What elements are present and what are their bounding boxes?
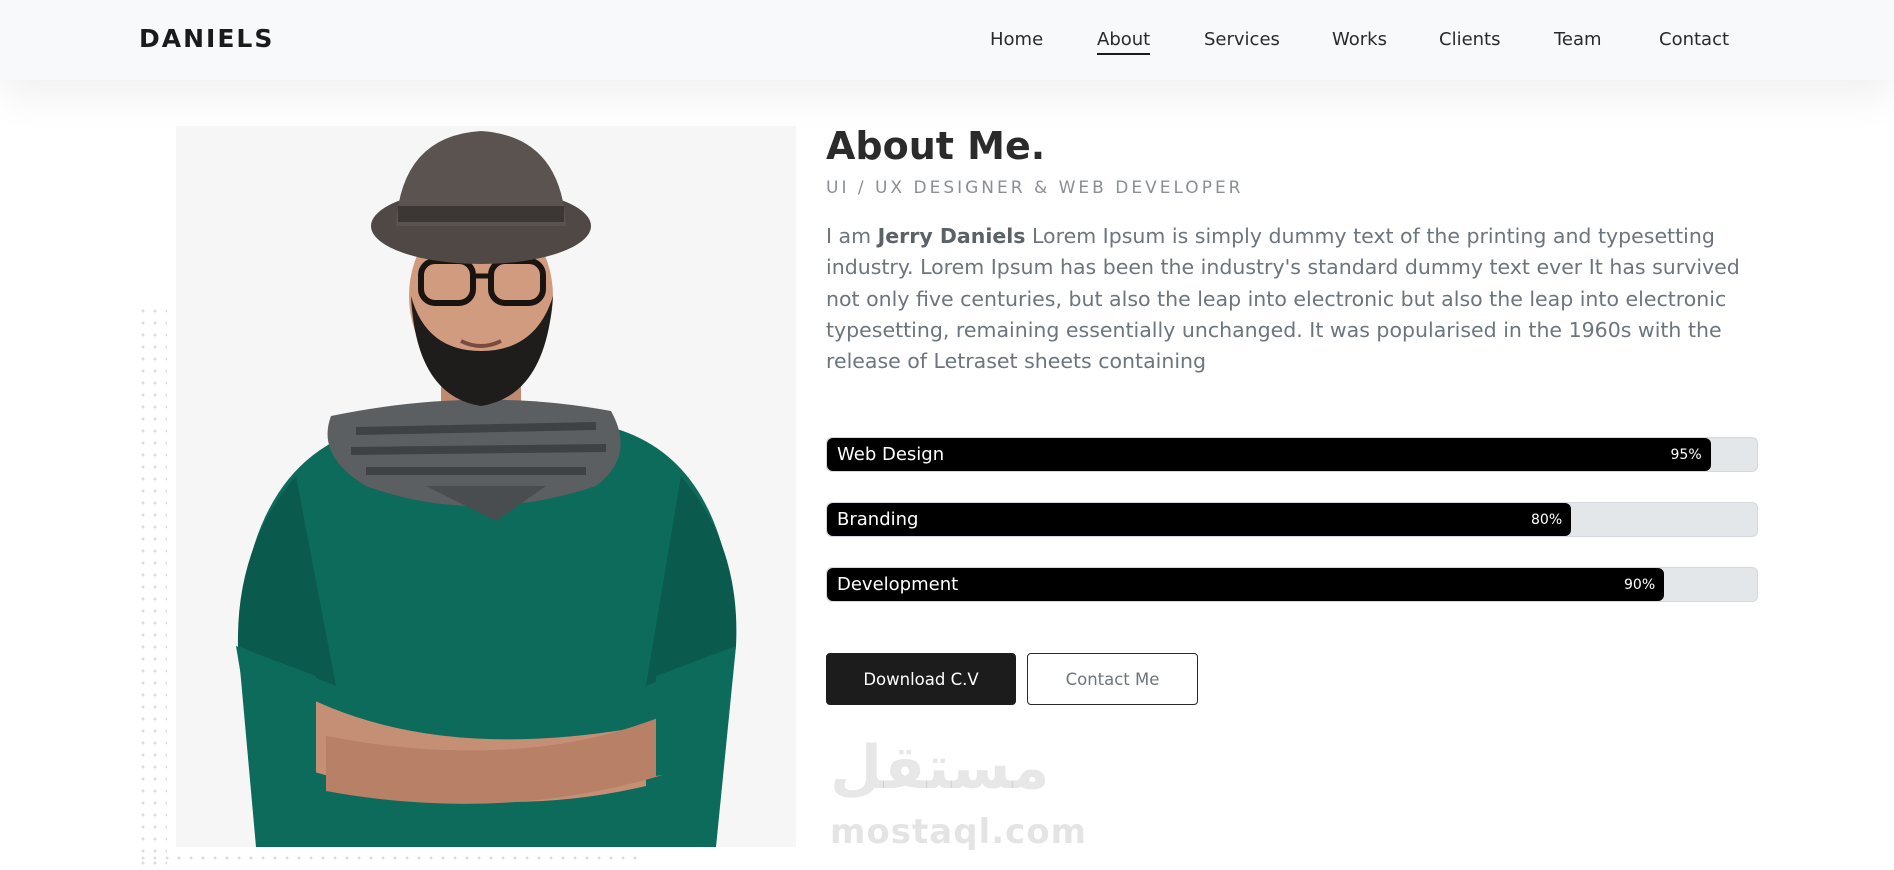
nav-team[interactable]: Team <box>1554 29 1602 50</box>
skill-fill <box>827 503 1571 536</box>
skill-bar-branding: Branding 80% <box>826 502 1758 537</box>
dot-pattern-horizontal <box>137 852 637 866</box>
bio-name: Jerry Daniels <box>877 224 1026 248</box>
skill-fill <box>827 438 1711 471</box>
profile-photo <box>176 126 796 847</box>
about-bio: I am Jerry Daniels Lorem Ipsum is simply… <box>826 221 1751 377</box>
about-title: About Me. <box>826 124 1046 168</box>
contact-me-button[interactable]: Contact Me <box>1027 653 1198 705</box>
nav-clients[interactable]: Clients <box>1439 29 1501 50</box>
nav-about[interactable]: About <box>1097 29 1151 55</box>
nav-services[interactable]: Services <box>1204 29 1280 50</box>
portrait-illustration <box>236 131 737 847</box>
nav-home[interactable]: Home <box>990 29 1043 50</box>
nav-contact[interactable]: Contact <box>1659 29 1729 50</box>
site-header: DANIELS Home About Services Works Client… <box>0 0 1894 80</box>
watermark-latin: mostaql.com <box>830 812 1088 852</box>
bio-prefix: I am <box>826 224 878 248</box>
skill-percent: 95% <box>1670 447 1702 463</box>
skill-name: Web Design <box>837 444 945 465</box>
skill-bar-web-design: Web Design 95% <box>826 437 1758 472</box>
download-cv-button[interactable]: Download C.V <box>826 653 1016 705</box>
skill-bar-development: Development 90% <box>826 567 1758 602</box>
dot-pattern-vertical <box>137 305 167 865</box>
about-subtitle: UI / UX DESIGNER & WEB DEVELOPER <box>826 178 1244 198</box>
main-nav: Home About Services Works Clients Team C… <box>0 29 1894 59</box>
nav-works[interactable]: Works <box>1332 29 1387 50</box>
skill-name: Development <box>837 574 959 595</box>
skill-name: Branding <box>837 509 919 530</box>
skill-percent: 90% <box>1624 577 1656 593</box>
skill-percent: 80% <box>1531 512 1563 528</box>
watermark-arabic: مستقل <box>830 733 1050 803</box>
